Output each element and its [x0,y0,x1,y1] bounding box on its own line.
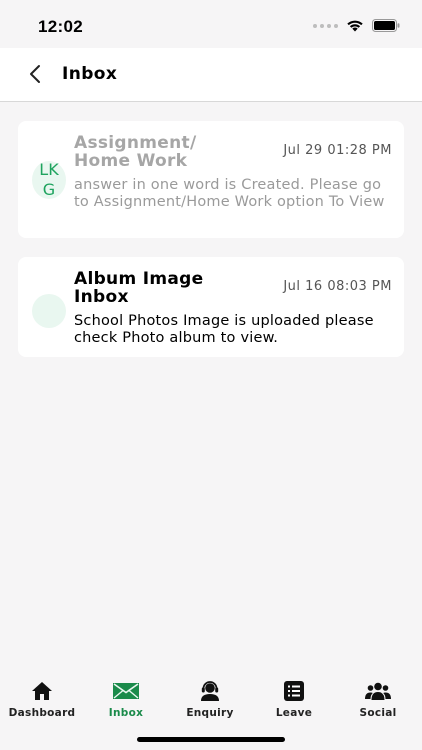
envelope-icon [113,683,139,699]
message-title: Assignment/ Home Work [74,133,197,171]
avatar: LKG [32,160,66,199]
battery-icon [372,19,400,32]
message-date: Jul 29 01:28 PM [283,143,392,158]
tab-label: Leave [275,707,313,719]
avatar-text: LKG [39,160,59,199]
tab-inbox[interactable]: Inbox [84,680,168,719]
home-indicator [137,737,285,742]
tab-label: Social [359,707,397,719]
back-button[interactable] [24,62,48,86]
avatar [32,294,66,328]
status-time: 12:02 [38,17,83,36]
message-body: School Photos Image is uploaded please c… [74,313,374,346]
home-icon [32,682,52,700]
tab-social[interactable]: Social [336,680,420,719]
tab-label: Inbox [108,707,144,719]
group-icon [365,682,391,700]
page-title: Inbox [62,64,118,84]
message-date: Jul 16 08:03 PM [283,279,392,294]
wifi-icon [347,20,363,32]
message-body: answer in one word is Created. Please go… [74,177,385,210]
tab-enquiry[interactable]: Enquiry [168,680,252,719]
tab-label: Enquiry [186,707,234,719]
tab-leave[interactable]: Leave [252,680,336,719]
status-icons [313,19,400,32]
chevron-left-icon [30,65,40,83]
tab-dashboard[interactable]: Dashboard [0,680,84,719]
tab-label: Dashboard [8,707,76,719]
message-title: Album Image Inbox [74,269,204,307]
message-card[interactable]: LKG Assignment/ Home Work Jul 29 01:28 P… [18,121,404,238]
status-bar: 12:02 [0,0,422,48]
list-icon [284,681,304,701]
support-agent-icon [201,681,219,701]
signal-icon [313,23,338,28]
header: Inbox [0,48,422,102]
message-card[interactable]: Album Image Inbox Jul 16 08:03 PM School… [18,257,404,357]
